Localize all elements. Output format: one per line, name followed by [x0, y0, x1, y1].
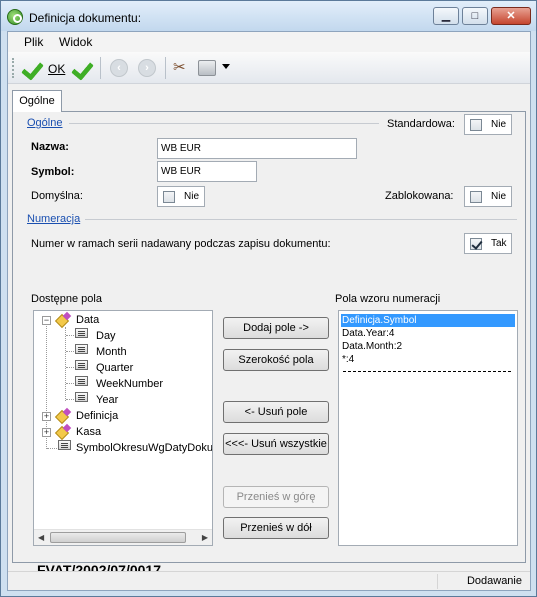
- pattern-item[interactable]: Data.Month:2: [341, 340, 515, 353]
- divider: [69, 123, 379, 124]
- pattern-item-selected[interactable]: Definicja.Symbol: [341, 314, 515, 327]
- available-fields-label: Dostępne pola: [31, 293, 102, 305]
- section-ogolne-label: Ogólne: [27, 117, 63, 129]
- name-field[interactable]: WB EUR: [157, 138, 357, 159]
- tree-item-day[interactable]: Day: [96, 328, 116, 344]
- standard-check-square[interactable]: [470, 119, 482, 131]
- pattern-fields-label: Pola wzoru numeracji: [335, 293, 441, 305]
- tree-horizontal-scrollbar[interactable]: ◀ ▶: [34, 529, 212, 545]
- numbering-info-checkbox[interactable]: Tak: [464, 233, 512, 254]
- field-width-button[interactable]: Szerokość pola: [223, 349, 329, 371]
- field-icon: [75, 360, 88, 370]
- menu-bar: Plik Widok: [8, 32, 530, 52]
- section-numeracja-label: Numeracja: [27, 213, 81, 225]
- title-bar[interactable]: Definicja dokumentu: ▁ □ ✕: [1, 1, 536, 31]
- ok-check-icon[interactable]: [22, 57, 44, 79]
- field-icon: [75, 376, 88, 386]
- toolbar-grip[interactable]: [12, 58, 15, 78]
- maximize-button[interactable]: □: [462, 7, 488, 25]
- divider: [85, 219, 517, 220]
- pattern-end-marker: [343, 371, 511, 372]
- standard-checkbox[interactable]: Nie: [464, 114, 512, 135]
- status-bar: Dodawanie: [8, 571, 530, 590]
- status-mode: Dodawanie: [466, 575, 522, 587]
- tab-panel: Ogólne Standardowa: Nie Nazwa: WB EUR Sy…: [12, 111, 526, 578]
- tree-line: [65, 327, 66, 401]
- remove-all-button[interactable]: <<<- Usuń wszystkie: [223, 433, 329, 455]
- default-label: Domyślna:: [31, 190, 83, 202]
- toolbar-separator: [100, 57, 101, 79]
- folder-icon: [56, 313, 72, 327]
- default-check-square[interactable]: [163, 191, 175, 203]
- default-checkbox[interactable]: Nie: [157, 186, 205, 207]
- scroll-thumb[interactable]: [50, 532, 186, 543]
- tree-item-kasa[interactable]: Kasa: [76, 424, 101, 440]
- field-icon: [58, 440, 71, 450]
- scroll-left-icon[interactable]: ◀: [38, 533, 44, 542]
- default-value: Nie: [184, 191, 200, 202]
- field-icon: [75, 344, 88, 354]
- move-up-button[interactable]: Przenieś w górę: [223, 486, 329, 508]
- symbol-label: Symbol:: [31, 166, 75, 178]
- name-label: Nazwa:: [31, 141, 69, 153]
- scroll-right-icon[interactable]: ▶: [202, 533, 208, 542]
- tools-icon[interactable]: ✂: [173, 59, 191, 77]
- symbol-field[interactable]: WB EUR: [157, 161, 257, 182]
- toolbar-separator: [165, 57, 166, 79]
- tree-line: [66, 351, 74, 352]
- folder-icon: [56, 425, 72, 439]
- tree-expander-data[interactable]: −: [42, 316, 51, 325]
- tab-ogolne[interactable]: Ogólne: [12, 90, 62, 112]
- numbering-info-check-square[interactable]: [470, 238, 482, 250]
- pattern-item[interactable]: Data.Year:4: [341, 327, 515, 340]
- remove-field-button[interactable]: <- Usuń pole: [223, 401, 329, 423]
- tree-expander-definicja[interactable]: +: [42, 412, 51, 421]
- client-area: Plik Widok OK ‹ › ✂ Ogólne Ogólne Standa…: [7, 31, 531, 591]
- menu-plik[interactable]: Plik: [24, 35, 43, 49]
- status-panel: [8, 574, 438, 589]
- standard-value: Nie: [491, 119, 507, 130]
- tree-item-quarter[interactable]: Quarter: [96, 360, 133, 376]
- standard-label: Standardowa:: [387, 118, 455, 130]
- tree-item-definicja[interactable]: Definicja: [76, 408, 118, 424]
- numbering-info-text: Numer w ramach serii nadawany podczas za…: [31, 238, 331, 250]
- forward-arrow-icon[interactable]: ›: [138, 59, 156, 77]
- move-down-button[interactable]: Przenieś w dół: [223, 517, 329, 539]
- print-icon[interactable]: [198, 60, 216, 76]
- numbering-info-value: Tak: [491, 238, 507, 249]
- tree-line: [66, 399, 74, 400]
- add-field-button[interactable]: Dodaj pole ->: [223, 317, 329, 339]
- field-icon: [75, 392, 88, 402]
- available-fields-tree[interactable]: − Data Day Month Quarter WeekNumber Year…: [33, 310, 213, 546]
- toolbar: OK ‹ › ✂: [8, 52, 530, 84]
- menu-widok[interactable]: Widok: [59, 35, 92, 49]
- folder-icon: [56, 409, 72, 423]
- tree-item-symbolokresu[interactable]: SymbolOkresuWgDatyDoku: [76, 440, 212, 456]
- tree-expander-kasa[interactable]: +: [42, 428, 51, 437]
- pattern-item[interactable]: *:4: [341, 353, 515, 366]
- print-dropdown-arrow-icon[interactable]: [222, 64, 230, 69]
- app-icon: [7, 9, 23, 25]
- field-icon: [75, 328, 88, 338]
- pattern-fields-list[interactable]: Definicja.Symbol Data.Year:4 Data.Month:…: [338, 310, 518, 546]
- minimize-button[interactable]: ▁: [433, 7, 459, 25]
- blocked-value: Nie: [491, 191, 507, 202]
- blocked-checkbox[interactable]: Nie: [464, 186, 512, 207]
- tree-line: [66, 367, 74, 368]
- ok-button-label[interactable]: OK: [48, 62, 65, 76]
- tree-line: [66, 335, 74, 336]
- tree-item-month[interactable]: Month: [96, 344, 127, 360]
- tree-line: [66, 383, 74, 384]
- window-title: Definicja dokumentu:: [29, 11, 142, 25]
- blocked-label: Zablokowana:: [385, 190, 454, 202]
- close-button[interactable]: ✕: [491, 7, 531, 25]
- window: Definicja dokumentu: ▁ □ ✕ Plik Widok OK…: [0, 0, 537, 597]
- tree-item-year[interactable]: Year: [96, 392, 118, 408]
- tree-item-weeknumber[interactable]: WeekNumber: [96, 376, 163, 392]
- save-check-icon[interactable]: [72, 57, 94, 79]
- tree-line: [47, 448, 57, 449]
- back-arrow-icon[interactable]: ‹: [110, 59, 128, 77]
- blocked-check-square[interactable]: [470, 191, 482, 203]
- tree-item-data[interactable]: Data: [76, 312, 99, 328]
